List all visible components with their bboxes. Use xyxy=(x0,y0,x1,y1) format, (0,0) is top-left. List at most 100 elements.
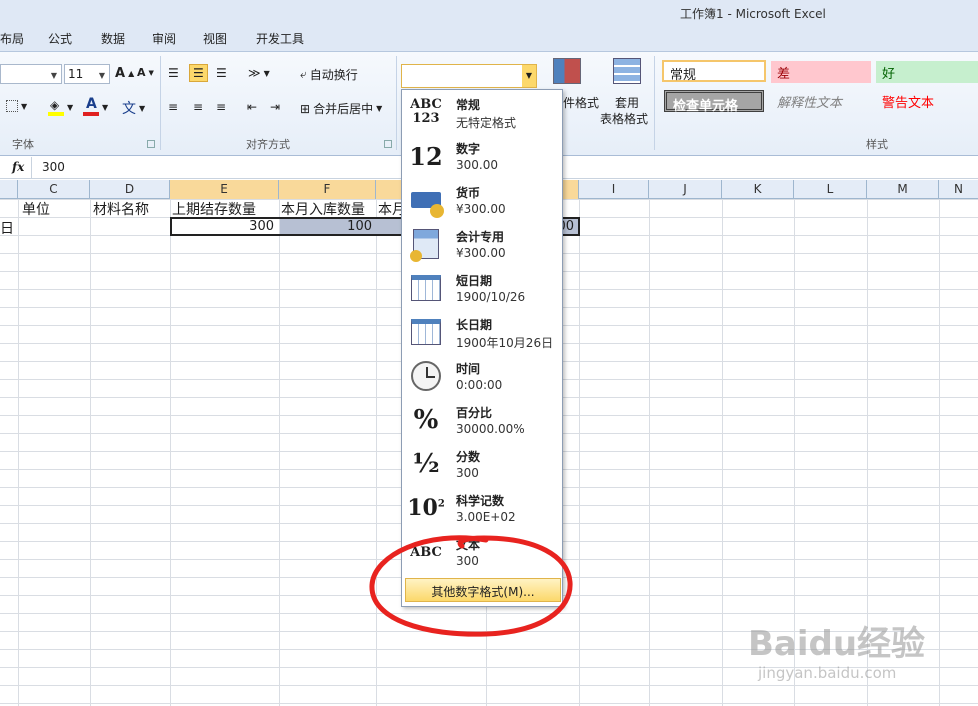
style-normal[interactable]: 常规 xyxy=(662,60,766,83)
column-header-l[interactable]: L xyxy=(794,180,867,199)
gridline xyxy=(722,199,723,706)
cell-row2-partial[interactable]: 日 xyxy=(0,218,14,238)
shrink-font-button[interactable]: A ▼ xyxy=(137,66,154,79)
cell-e2[interactable]: 300 xyxy=(172,218,278,236)
tab-view[interactable]: 视图 xyxy=(203,30,227,47)
number-12-icon: 12 xyxy=(409,141,443,171)
formula-input[interactable]: 300 xyxy=(42,160,65,174)
column-header-f[interactable]: F xyxy=(279,180,376,199)
select-all-corner[interactable] xyxy=(0,180,18,199)
format-fraction-name: 分数 xyxy=(456,450,481,464)
tab-layout[interactable]: 布局 xyxy=(0,30,24,47)
column-header-m[interactable]: M xyxy=(867,180,939,199)
column-header-d[interactable]: D xyxy=(90,180,170,199)
percent-icon: % xyxy=(413,405,439,435)
increase-indent-icon: ⇥ xyxy=(270,100,281,114)
format-accounting[interactable]: 会计专用 ¥300.00 xyxy=(402,222,562,266)
increase-indent-button[interactable]: ⇥ xyxy=(270,100,280,114)
align-top-button[interactable]: ☰ xyxy=(168,66,179,80)
format-fraction[interactable]: ½ 分数 300 xyxy=(402,442,562,486)
accounting-icon xyxy=(408,226,444,262)
align-center-button[interactable]: ≡ xyxy=(193,100,203,114)
format-accounting-name: 会计专用 xyxy=(456,230,505,244)
align-middle-button[interactable]: ☰ xyxy=(189,64,208,82)
gridline xyxy=(579,199,580,706)
conditional-format-button[interactable] xyxy=(553,58,581,84)
cell-d1[interactable]: 材料名称 xyxy=(93,199,149,219)
wrap-text-button[interactable]: ⤶ 自动换行 xyxy=(300,66,358,83)
calendar-short-icon xyxy=(408,270,444,306)
abc-123-icon: ABC 123 xyxy=(410,97,442,126)
clock-icon xyxy=(408,358,444,394)
column-header-n[interactable]: N xyxy=(939,180,978,199)
insert-function-button[interactable]: fx xyxy=(0,157,32,178)
wrap-text-icon: ⤶ xyxy=(300,67,307,81)
merge-center-button[interactable]: ⊞ 合并后居中 ▼ xyxy=(300,100,382,117)
style-warning[interactable]: 警告文本 xyxy=(876,90,976,112)
format-scientific-name: 科学记数 xyxy=(456,494,505,508)
format-percent-sample: 30000.00% xyxy=(456,422,525,436)
format-general[interactable]: ABC 123 常规 无特定格式 xyxy=(402,90,562,134)
red-circle-annotation xyxy=(369,535,573,637)
cell-e1[interactable]: 上期结存数量 xyxy=(172,199,256,219)
align-right-icon: ≡ xyxy=(216,100,227,114)
style-bad[interactable]: 差 xyxy=(771,61,871,83)
gridline xyxy=(90,199,91,706)
style-explanatory[interactable]: 解释性文本 xyxy=(771,90,871,112)
format-currency[interactable]: 货币 ¥300.00 xyxy=(402,178,562,222)
cell-f1[interactable]: 本月入库数量 xyxy=(281,199,365,219)
decrease-indent-icon: ⇤ xyxy=(247,100,258,114)
orientation-button[interactable]: ≫ ▼ xyxy=(248,66,270,80)
font-dialog-launcher[interactable] xyxy=(147,140,155,148)
phonetic-icon: 文 xyxy=(122,101,136,117)
cell-f2[interactable]: 100 xyxy=(280,218,376,236)
column-header-k[interactable]: K xyxy=(722,180,794,199)
grow-font-button[interactable]: A ▲ xyxy=(115,66,134,81)
styles-group-label: 样式 xyxy=(866,138,888,151)
tab-data[interactable]: 数据 xyxy=(101,30,125,47)
table-format-button[interactable] xyxy=(613,58,641,84)
fraction-icon: ½ xyxy=(412,449,440,479)
format-percent-name: 百分比 xyxy=(456,406,493,420)
align-bottom-button[interactable]: ☰ xyxy=(216,66,227,80)
window-title: 工作簿1 - Microsoft Excel xyxy=(680,7,826,21)
format-percent[interactable]: % 百分比 30000.00% xyxy=(402,398,562,442)
font-color-button[interactable]: A ▼ xyxy=(83,96,108,116)
align-right-button[interactable]: ≡ xyxy=(216,100,226,114)
cell-c1[interactable]: 单位 xyxy=(22,199,50,219)
watermark-logo: Baidu经验 xyxy=(748,624,926,664)
column-header-e[interactable]: E xyxy=(170,180,279,199)
tab-review[interactable]: 审阅 xyxy=(152,30,176,47)
align-left-button[interactable]: ≡ xyxy=(168,100,178,114)
style-check-cell[interactable]: 检查单元格 xyxy=(664,90,764,114)
format-number[interactable]: 12 数字 300.00 xyxy=(402,134,562,178)
tab-formulas[interactable]: 公式 xyxy=(48,30,72,47)
column-header-i[interactable]: I xyxy=(579,180,649,199)
column-header-j[interactable]: J xyxy=(649,180,722,199)
style-good-label: 好 xyxy=(882,67,896,82)
format-general-name: 常规 xyxy=(456,98,481,112)
column-header-c[interactable]: C xyxy=(18,180,90,199)
font-name-box[interactable]: ▼ xyxy=(0,64,62,84)
number-format-combo[interactable]: ▼ xyxy=(401,64,537,88)
decrease-indent-button[interactable]: ⇤ xyxy=(247,100,257,114)
borders-button[interactable]: ▼ xyxy=(6,100,27,112)
orientation-icon: ≫ xyxy=(248,66,261,80)
align-bottom-icon: ☰ xyxy=(216,66,227,80)
format-long-date[interactable]: 长日期 1900年10月26日 xyxy=(402,310,562,354)
group-separator xyxy=(160,56,161,150)
format-scientific[interactable]: 102 科学记数 3.00E+02 xyxy=(402,486,562,530)
format-currency-sample: ¥300.00 xyxy=(456,202,506,216)
conditional-format-icon xyxy=(553,58,581,84)
number-format-dropdown-arrow[interactable]: ▼ xyxy=(522,65,536,87)
format-long-date-sample: 1900年10月26日 xyxy=(456,336,554,350)
gridline xyxy=(279,199,280,706)
tab-developer[interactable]: 开发工具 xyxy=(256,30,304,47)
font-size-box[interactable]: 11 ▼ xyxy=(64,64,110,84)
align-dialog-launcher[interactable] xyxy=(384,140,392,148)
format-short-date[interactable]: 短日期 1900/10/26 xyxy=(402,266,562,310)
format-time[interactable]: 时间 0:00:00 xyxy=(402,354,562,398)
style-good[interactable]: 好 xyxy=(876,61,978,83)
fill-color-button[interactable]: ◈ ▼ xyxy=(48,98,73,116)
phonetic-button[interactable]: 文 ▼ xyxy=(122,98,145,118)
